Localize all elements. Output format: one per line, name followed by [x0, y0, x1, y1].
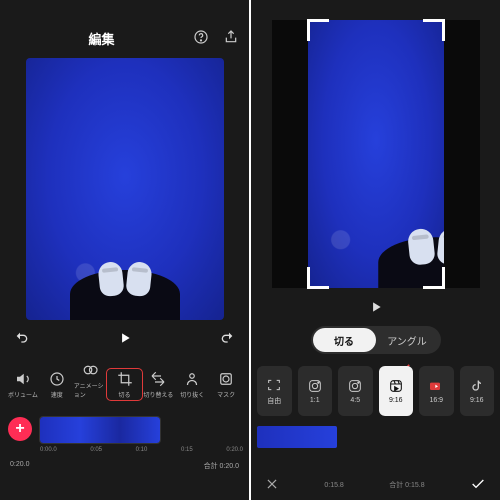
- play-button[interactable]: [251, 288, 500, 326]
- tool-volume[interactable]: ボリューム: [6, 370, 40, 399]
- total-time: 合計 0:15.8: [389, 480, 424, 490]
- tool-cutout[interactable]: 切り抜く: [175, 370, 209, 399]
- aspect-label: 9:16: [470, 397, 484, 404]
- playhead-time: 0:20.0: [10, 461, 29, 471]
- title-bar: 編集: [0, 24, 249, 52]
- page-title: 編集: [88, 29, 114, 48]
- help-icon[interactable]: [193, 29, 209, 48]
- share-icon[interactable]: [223, 29, 239, 48]
- time-ticks: 0:00.0 0:05 0:10 0:15 0:20.0: [40, 447, 243, 453]
- aspect-9-16-reel[interactable]: 9:16: [379, 366, 414, 416]
- aspect-label: 自由: [267, 396, 281, 406]
- bottom-bar: 0:15.8 合計 0:15.8: [251, 476, 500, 494]
- timeline-clip[interactable]: [40, 417, 160, 443]
- confirm-button[interactable]: [470, 476, 486, 494]
- status-bar: [0, 0, 249, 24]
- tool-label: ボリューム: [8, 390, 38, 399]
- tool-label: 切る: [119, 390, 131, 399]
- redo-button[interactable]: [219, 330, 235, 351]
- aspect-label: 16:9: [429, 397, 443, 404]
- tool-crop[interactable]: 切る: [108, 370, 142, 399]
- play-button[interactable]: [118, 331, 132, 350]
- aspect-9-16-tiktok[interactable]: 9:16: [460, 366, 495, 416]
- crop-handle-tr[interactable]: [423, 19, 445, 41]
- tool-replace[interactable]: 切り替える: [141, 370, 175, 399]
- aspect-free[interactable]: 自由: [257, 366, 292, 416]
- tool-label: マスク: [217, 390, 235, 399]
- timeline[interactable]: + 0:00.0 0:05 0:10 0:15 0:20.0 0:20.0 合計…: [0, 405, 249, 475]
- aspect-16-9[interactable]: 16:9: [419, 366, 454, 416]
- playhead-time: 0:15.8: [324, 482, 343, 489]
- aspect-label: 1:1: [310, 397, 320, 404]
- cancel-button[interactable]: [265, 477, 279, 493]
- tool-label: 切り抜く: [180, 390, 204, 399]
- timeline-clip[interactable]: [257, 426, 337, 448]
- undo-button[interactable]: [14, 330, 30, 351]
- tool-label: 切り替える: [143, 390, 173, 399]
- aspect-row: 自由 1:1 4:5 9:16 16:9 9:16: [251, 366, 500, 416]
- tool-mask[interactable]: マスク: [209, 370, 243, 399]
- aspect-label: 9:16: [389, 397, 403, 404]
- mode-segmented[interactable]: 切る アングル: [311, 326, 441, 354]
- add-clip-button[interactable]: +: [8, 417, 32, 441]
- tool-label: アニメーション: [74, 381, 108, 399]
- tool-row: ボリューム 速度 アニメーション 切る 切り替える 切り抜く マスク: [0, 357, 249, 405]
- crop-handle-br[interactable]: [423, 267, 445, 289]
- total-time: 合計 0:20.0: [204, 461, 239, 471]
- aspect-label: 4:5: [350, 397, 360, 404]
- tool-animation[interactable]: アニメーション: [74, 361, 108, 399]
- seg-angle[interactable]: アングル: [376, 328, 439, 352]
- crop-panel: 切る アングル 自由 1:1 4:5 9:16 16:9 9:1: [251, 0, 500, 500]
- video-preview[interactable]: [26, 58, 224, 320]
- transport-bar: [0, 320, 249, 357]
- aspect-1-1[interactable]: 1:1: [298, 366, 333, 416]
- crop-handle-bl[interactable]: [307, 267, 329, 289]
- seg-crop[interactable]: 切る: [313, 328, 376, 352]
- editor-main-panel: 編集 ボリューム: [0, 0, 249, 500]
- crop-handle-tl[interactable]: [307, 19, 329, 41]
- tool-speed[interactable]: 速度: [40, 370, 74, 399]
- tool-label: 速度: [51, 390, 63, 399]
- crop-preview[interactable]: [272, 20, 480, 288]
- aspect-4-5[interactable]: 4:5: [338, 366, 373, 416]
